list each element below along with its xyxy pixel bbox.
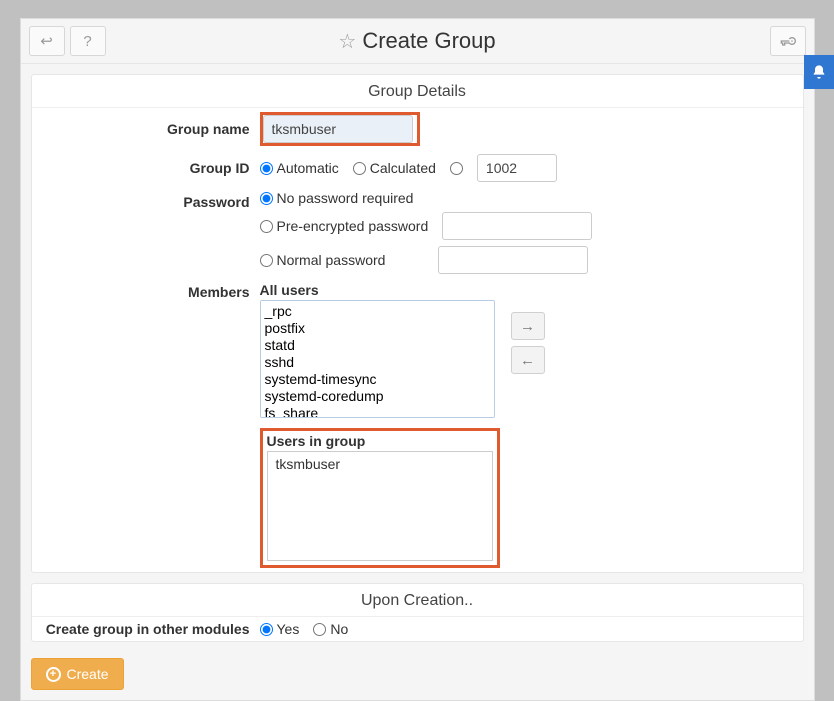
label-members: Members <box>42 282 260 300</box>
upon-creation-panel: Upon Creation.. Create group in other mo… <box>31 583 804 642</box>
window: ↩ ? ☆ Create Group Group Details Group n… <box>20 18 815 701</box>
radio-yes-label: Yes <box>277 621 300 637</box>
page-title: Create Group <box>362 28 495 54</box>
radio-no-input[interactable] <box>313 623 326 636</box>
radio-pw-normal-label: Normal password <box>277 252 386 268</box>
panel-title: Group Details <box>32 75 803 105</box>
arrow-col: → ← <box>505 282 551 374</box>
radio-auto[interactable]: Automatic <box>260 160 339 176</box>
panel2-title: Upon Creation.. <box>32 584 803 614</box>
pw-pre-input[interactable] <box>442 212 592 240</box>
all-users-label: All users <box>260 282 495 298</box>
group-details-panel: Group Details Group name Group ID Automa… <box>31 74 804 573</box>
row-other-modules: Create group in other modules Yes No <box>32 617 803 641</box>
radio-auto-label: Automatic <box>277 160 339 176</box>
radio-no-label: No <box>330 621 348 637</box>
password-content: No password required Pre-encrypted passw… <box>260 190 793 274</box>
help-button[interactable]: ? <box>70 26 106 56</box>
group-name-input[interactable] <box>263 115 413 143</box>
users-in-group-label: Users in group <box>267 433 366 449</box>
key-icon <box>780 33 796 49</box>
radio-pw-none[interactable]: No password required <box>260 190 414 206</box>
other-modules-content: Yes No <box>260 621 793 637</box>
radio-custom[interactable] <box>450 162 463 175</box>
bell-icon <box>811 64 827 80</box>
radio-pw-pre-input[interactable] <box>260 220 273 233</box>
radio-pw-pre-label: Pre-encrypted password <box>277 218 429 234</box>
radio-pw-normal-input[interactable] <box>260 254 273 267</box>
radio-pw-none-label: No password required <box>277 190 414 206</box>
back-button[interactable]: ↩ <box>29 26 65 56</box>
radio-yes-input[interactable] <box>260 623 273 636</box>
users-in-group-list[interactable]: tksmbuser <box>267 451 493 561</box>
create-button[interactable]: + Create <box>31 658 124 690</box>
group-id-content: Automatic Calculated <box>260 154 793 182</box>
users-in-group-highlight: Users in group tksmbuser <box>260 428 500 568</box>
group-id-input[interactable] <box>477 154 557 182</box>
label-password: Password <box>42 190 260 210</box>
group-name-content <box>260 112 793 146</box>
radio-calc-input[interactable] <box>353 162 366 175</box>
title-wrap: ☆ Create Group <box>21 28 814 54</box>
label-group-name: Group name <box>42 121 260 137</box>
key-button[interactable] <box>770 26 806 56</box>
radio-auto-input[interactable] <box>260 162 273 175</box>
radio-calc[interactable]: Calculated <box>353 160 436 176</box>
radio-pw-normal[interactable]: Normal password <box>260 252 386 268</box>
label-other-modules: Create group in other modules <box>42 621 260 637</box>
radio-calc-label: Calculated <box>370 160 436 176</box>
members-content: All users _rpcpostfixstatdsshdsystemd-ti… <box>260 282 793 568</box>
star-icon[interactable]: ☆ <box>338 29 356 54</box>
radio-custom-input[interactable] <box>450 162 463 175</box>
header: ↩ ? ☆ Create Group <box>21 19 814 64</box>
radio-pw-none-input[interactable] <box>260 192 273 205</box>
row-members: Members All users _rpcpostfixstatdsshdsy… <box>32 278 803 572</box>
add-user-button[interactable]: → <box>511 312 545 340</box>
radio-pw-pre[interactable]: Pre-encrypted password <box>260 218 429 234</box>
radio-no[interactable]: No <box>313 621 348 637</box>
create-label: Create <box>67 666 109 682</box>
group-name-highlight <box>260 112 420 146</box>
row-password: Password No password required Pre-encryp… <box>32 186 803 278</box>
label-group-id: Group ID <box>42 160 260 176</box>
all-users-list[interactable]: _rpcpostfixstatdsshdsystemd-timesyncsyst… <box>260 300 495 418</box>
row-group-id: Group ID Automatic Calculated <box>32 150 803 186</box>
pw-normal-input[interactable] <box>438 246 588 274</box>
row-group-name: Group name <box>32 108 803 150</box>
plus-icon: + <box>46 667 61 682</box>
notification-tab[interactable] <box>804 55 834 89</box>
remove-user-button[interactable]: ← <box>511 346 545 374</box>
all-users-col: All users _rpcpostfixstatdsshdsystemd-ti… <box>260 282 495 418</box>
radio-yes[interactable]: Yes <box>260 621 300 637</box>
